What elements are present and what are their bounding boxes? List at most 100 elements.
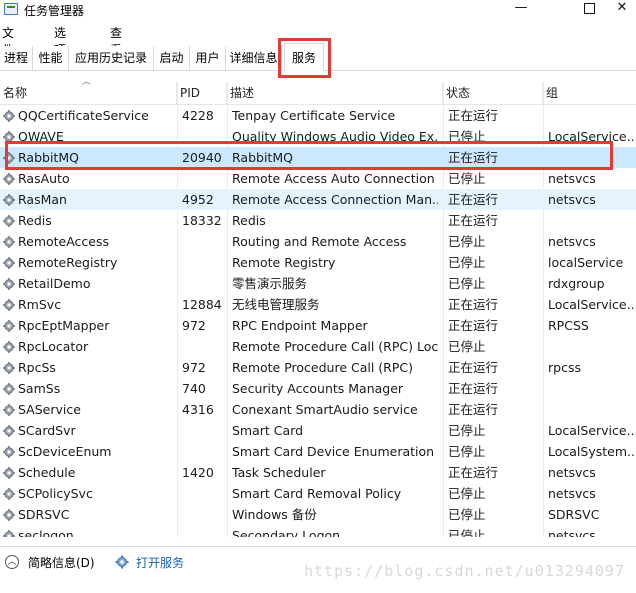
service-description: Security Accounts Manager (232, 381, 404, 396)
tab-startup[interactable]: 启动 (154, 46, 190, 70)
service-gear-icon (3, 446, 15, 458)
service-pid (182, 126, 226, 147)
service-description: Smart Card (232, 423, 304, 438)
open-services-link[interactable]: 打开服务 (136, 554, 184, 571)
service-description: Smart Card Device Enumeration ... (232, 444, 438, 459)
service-group: RPCSS (548, 318, 589, 333)
service-row[interactable]: RabbitMQ 20940 RabbitMQ 正在运行 (0, 147, 636, 168)
fewer-details-link[interactable]: 简略信息(D) (28, 554, 95, 571)
service-name: RpcEptMapper (18, 318, 110, 333)
service-row[interactable]: SCardSvr Smart Card 已停止 LocalService... (0, 420, 636, 441)
service-gear-icon (3, 278, 15, 290)
service-status: 正在运行 (448, 108, 499, 123)
service-pid (182, 231, 226, 252)
service-pid: 972 (182, 360, 206, 375)
service-group: LocalService... (548, 297, 636, 312)
column-status[interactable]: 状态 (443, 82, 543, 104)
service-status: 正在运行 (448, 297, 499, 312)
tab-services[interactable]: 服务 (284, 43, 324, 71)
service-pid (182, 252, 226, 273)
service-group (548, 147, 636, 168)
service-row[interactable]: RemoteRegistry Remote Registry 已停止 local… (0, 252, 636, 273)
services-list: QQCertificateService 4228 Tenpay Certifi… (0, 105, 636, 537)
service-row[interactable]: RpcSs 972 Remote Procedure Call (RPC) 正在… (0, 357, 636, 378)
column-pid[interactable]: PID (177, 82, 227, 104)
service-group: LocalService... (548, 423, 636, 438)
service-status: 已停止 (448, 129, 486, 144)
service-row[interactable]: Schedule 1420 Task Scheduler 正在运行 netsvc… (0, 462, 636, 483)
service-row[interactable]: SDRSVC Windows 备份 已停止 SDRSVC (0, 504, 636, 525)
column-group[interactable]: 组 (543, 82, 636, 104)
service-gear-icon (3, 110, 15, 122)
tab-users[interactable]: 用户 (190, 46, 226, 70)
service-pid: 740 (182, 381, 206, 396)
service-row[interactable]: SAService 4316 Conexant SmartAudio servi… (0, 399, 636, 420)
tab-strip: 进程 性能 应用历史记录 启动 用户 详细信息 服务 (0, 43, 636, 71)
window-title: 任务管理器 (24, 4, 85, 18)
service-row[interactable]: RpcLocator Remote Procedure Call (RPC) L… (0, 336, 636, 357)
service-gear-icon (3, 257, 15, 269)
service-gear-icon (3, 467, 15, 479)
service-row[interactable]: RasMan 4952 Remote Access Connection Man… (0, 189, 636, 210)
service-row[interactable]: QWAVE Quality Windows Audio Video Ex... … (0, 126, 636, 147)
service-row[interactable]: RemoteAccess Routing and Remote Access 已… (0, 231, 636, 252)
service-name: SAService (18, 402, 81, 417)
service-name: SCardSvr (18, 423, 76, 438)
service-status: 已停止 (448, 507, 486, 522)
watermark: https://blog.csdn.net/u013294097 (304, 562, 625, 580)
minimize-button[interactable]: — (498, 0, 544, 20)
column-description[interactable]: 描述 (227, 82, 443, 104)
service-status: 已停止 (448, 444, 486, 459)
service-row[interactable]: RasAuto Remote Access Auto Connection ..… (0, 168, 636, 189)
service-name: SCPolicySvc (18, 486, 93, 501)
service-row[interactable]: RmSvc 12884 无线电管理服务 正在运行 LocalService... (0, 294, 636, 315)
close-button[interactable]: ✕ (608, 0, 636, 20)
service-name: RpcSs (18, 360, 56, 375)
service-row[interactable]: SCPolicySvc Smart Card Removal Policy 已停… (0, 483, 636, 504)
maximize-button[interactable] (566, 0, 612, 20)
service-pid: 4228 (182, 108, 214, 123)
service-gear-icon (3, 320, 15, 332)
service-pid: 1420 (182, 465, 214, 480)
column-name[interactable]: 名称 (0, 82, 177, 104)
service-description: Conexant SmartAudio service (232, 402, 418, 417)
service-description: Remote Access Connection Man... (232, 192, 438, 207)
service-status: 正在运行 (448, 402, 499, 417)
service-description: Redis (232, 213, 266, 228)
tab-details[interactable]: 详细信息 (226, 46, 282, 70)
service-group: netsvcs (548, 465, 596, 480)
service-name: RabbitMQ (18, 150, 79, 165)
service-group: netsvcs (548, 171, 596, 186)
service-name: RpcLocator (18, 339, 89, 354)
tab-processes[interactable]: 进程 (0, 46, 33, 70)
service-name: Schedule (18, 465, 76, 480)
service-row[interactable]: Redis 18332 Redis 正在运行 (0, 210, 636, 231)
service-gear-icon (3, 362, 15, 374)
service-group (548, 336, 636, 357)
service-group: localService (548, 255, 624, 270)
service-group: LocalService... (548, 129, 636, 144)
service-status: 已停止 (448, 423, 486, 438)
tab-performance[interactable]: 性能 (33, 46, 69, 70)
service-row[interactable]: RetailDemo 零售演示服务 已停止 rdxgroup (0, 273, 636, 294)
service-row[interactable]: QQCertificateService 4228 Tenpay Certifi… (0, 105, 636, 126)
column-header: 名称 PID 描述 状态 组 (0, 82, 636, 105)
service-row[interactable]: RpcEptMapper 972 RPC Endpoint Mapper 正在运… (0, 315, 636, 336)
service-group: LocalSystem... (548, 444, 636, 459)
service-status: 正在运行 (448, 360, 499, 375)
service-row[interactable]: seclogon Secondary Logon 已停止 netsvcs (0, 525, 636, 537)
tab-app-history[interactable]: 应用历史记录 (69, 46, 154, 70)
service-pid (182, 525, 226, 537)
service-pid: 972 (182, 318, 206, 333)
service-name: RetailDemo (18, 276, 91, 291)
service-gear-icon (3, 530, 15, 537)
service-description: Remote Registry (232, 255, 336, 270)
service-name: Redis (18, 213, 52, 228)
service-pid (182, 168, 226, 189)
service-group (548, 105, 636, 126)
service-status: 已停止 (448, 255, 486, 270)
service-row[interactable]: ScDeviceEnum Smart Card Device Enumerati… (0, 441, 636, 462)
service-name: seclogon (18, 528, 74, 537)
chevron-up-icon[interactable]: ︿ (5, 555, 19, 569)
service-row[interactable]: SamSs 740 Security Accounts Manager 正在运行 (0, 378, 636, 399)
